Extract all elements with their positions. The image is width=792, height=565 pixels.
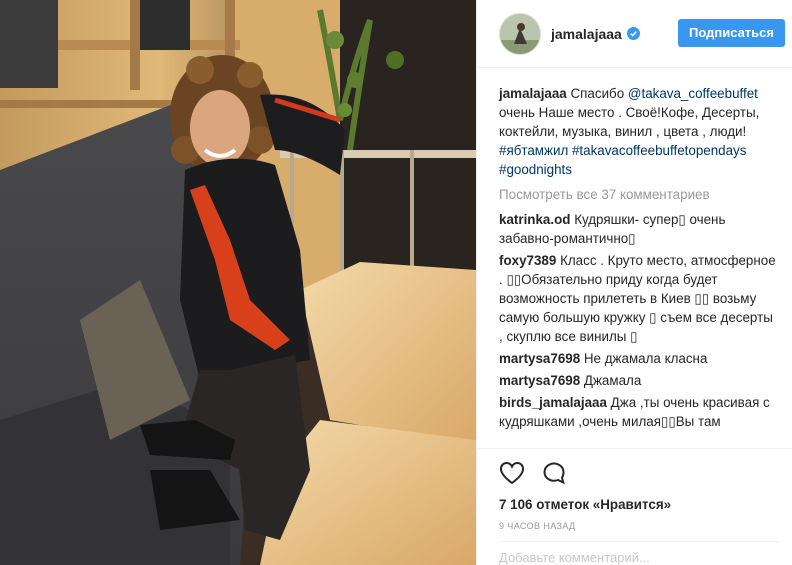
caption-text-after: очень Наше место . Своё!Кофе, Десерты, к…: [499, 105, 760, 139]
comment-icon[interactable]: [542, 461, 566, 485]
instagram-post: jamalajaaa Подписаться jamalajaaa Спасиб…: [0, 0, 792, 565]
post-photo[interactable]: [0, 0, 476, 565]
comment-username[interactable]: foxy7389: [499, 253, 556, 268]
verified-badge-icon: [626, 27, 640, 40]
list-item: martysa7698 Не джамала класна: [499, 349, 779, 368]
list-item: martysa7698 Джамала: [499, 371, 779, 390]
post-actions: 7 106 отметок «Нравится» 9 ЧАСОВ НАЗАД Д…: [477, 448, 792, 565]
heart-icon[interactable]: [499, 461, 525, 485]
add-comment-field[interactable]: Добавьте комментарий...: [499, 541, 779, 565]
comment-text: Джамала: [583, 373, 642, 388]
comment-text: Не джамала класна: [583, 351, 708, 366]
username-link[interactable]: jamalajaaa: [551, 26, 622, 42]
likes-count[interactable]: 7 106 отметок «Нравится»: [499, 497, 671, 512]
comment-username[interactable]: martysa7698: [499, 373, 580, 388]
comment-username[interactable]: martysa7698: [499, 351, 580, 366]
caption-mention-link[interactable]: @takava_coffeebuffet: [628, 86, 758, 101]
caption-username[interactable]: jamalajaaa: [499, 86, 567, 101]
avatar[interactable]: [499, 12, 541, 55]
list-item: foxy7389 Класс . Круто место, атмосферно…: [499, 251, 779, 346]
add-comment-placeholder: Добавьте комментарий...: [499, 550, 650, 565]
action-icons: [499, 461, 566, 485]
post-timestamp[interactable]: 9 ЧАСОВ НАЗАД: [499, 521, 576, 531]
caption: jamalajaaa Спасибо @takava_coffeebuffet …: [499, 84, 779, 179]
comments-list: jamalajaaa Спасибо @takava_coffeebuffet …: [499, 84, 779, 434]
list-item: birds_jamalajaaa Джа ,ты очень красивая …: [499, 393, 779, 431]
caption-text-before: Спасибо: [570, 86, 628, 101]
comment-username[interactable]: birds_jamalajaaa: [499, 395, 607, 410]
list-item: katrinka.od Кудряшки- супер▯ очень забав…: [499, 210, 779, 248]
avatar-image: [500, 13, 540, 54]
post-sidebar: jamalajaaa Подписаться jamalajaaa Спасиб…: [476, 0, 792, 565]
follow-button[interactable]: Подписаться: [677, 19, 785, 47]
comment-username[interactable]: katrinka.od: [499, 212, 570, 227]
post-header: jamalajaaa Подписаться: [477, 0, 792, 68]
photo-illustration: [0, 0, 476, 565]
caption-hashtags[interactable]: #ябтамжил #takavacoffeebuffetopendays #g…: [499, 143, 746, 177]
view-all-comments-link[interactable]: Посмотреть все 37 комментариев: [499, 185, 779, 204]
